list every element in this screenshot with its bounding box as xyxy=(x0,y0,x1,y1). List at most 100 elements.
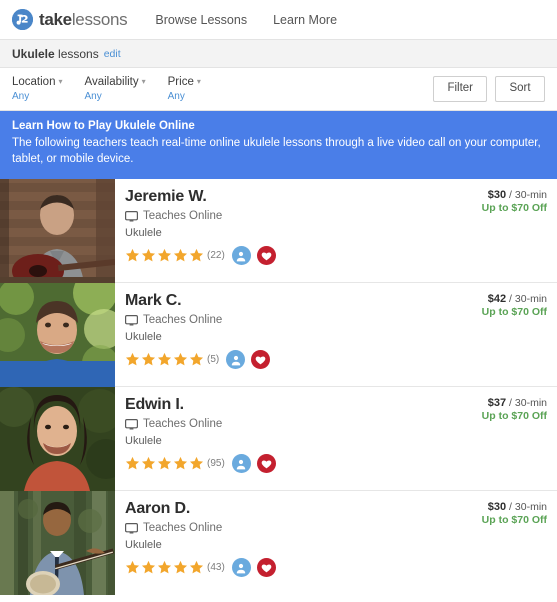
teaches-online-row: Teaches Online xyxy=(125,418,427,430)
star-icon xyxy=(141,249,156,262)
teacher-photo[interactable] xyxy=(0,282,115,387)
teacher-subject: Ukulele xyxy=(125,539,162,552)
brand-word-take: take xyxy=(39,10,72,29)
star-rating xyxy=(125,352,204,367)
price-column: $30 / 30-min Up to $70 Off xyxy=(437,491,557,595)
star-icon xyxy=(173,353,188,366)
teacher-photo[interactable] xyxy=(0,386,115,491)
monitor-icon xyxy=(125,210,138,222)
page-title-suffix: lessons xyxy=(54,46,99,61)
filter-dropdown-group: Location ▾ Any Availability ▾ Any Price ▾ A… xyxy=(12,76,201,103)
teacher-listing-row[interactable]: Aaron D. Teaches Online Ukulele (43) $30… xyxy=(0,490,557,595)
star-icon xyxy=(157,457,172,470)
filter-availability-value[interactable]: Any xyxy=(85,91,146,103)
price-unit: / 30-min xyxy=(506,188,547,201)
price-column: $30 / 30-min Up to $70 Off xyxy=(437,179,557,282)
teacher-name[interactable]: Edwin I. xyxy=(125,396,427,414)
rating-row: (43) xyxy=(125,558,427,578)
filter-location-value[interactable]: Any xyxy=(12,91,63,103)
background-check-badge-icon[interactable] xyxy=(231,558,251,578)
review-count: (5) xyxy=(207,354,220,366)
filter-availability-label: Availability ▾ xyxy=(84,75,146,88)
price-line: $42 / 30-min xyxy=(437,293,547,307)
teacher-name[interactable]: Mark C. xyxy=(125,292,427,310)
teacher-listing-row[interactable]: Jeremie W. Teaches Online Ukulele (22) $… xyxy=(0,178,557,283)
discount-label: Up to $70 Off xyxy=(481,202,547,215)
brand-wordmark: takelessons xyxy=(39,10,128,29)
star-icon xyxy=(173,249,188,262)
teacher-info: Edwin I. Teaches Online Ukulele (95) xyxy=(115,387,437,490)
price-amount: $30 xyxy=(487,188,507,201)
teacher-listings: Jeremie W. Teaches Online Ukulele (22) $… xyxy=(0,178,557,595)
filter-bar: Location ▾ Any Availability ▾ Any Price ▾ A… xyxy=(0,68,557,111)
price-unit: / 30-min xyxy=(506,292,547,305)
filter-price[interactable]: Price ▾ Any xyxy=(168,76,201,103)
teaches-online-row: Teaches Online xyxy=(125,522,427,534)
star-icon xyxy=(125,249,140,262)
star-icon xyxy=(157,561,172,574)
sort-button[interactable]: Sort xyxy=(495,76,545,102)
star-icon xyxy=(157,249,172,262)
nav-learn-more[interactable]: Learn More xyxy=(273,13,337,27)
star-icon xyxy=(141,353,156,366)
teacher-info: Jeremie W. Teaches Online Ukulele (22) xyxy=(115,179,437,282)
teacher-name[interactable]: Aaron D. xyxy=(125,500,427,518)
teacher-listing-row[interactable]: Edwin I. Teaches Online Ukulele (95) $37… xyxy=(0,386,557,491)
monitor-icon xyxy=(125,418,138,430)
star-icon xyxy=(141,457,156,470)
price-line: $37 / 30-min xyxy=(437,397,547,411)
teaches-online-row: Teaches Online xyxy=(125,314,427,326)
chevron-down-icon: ▾ xyxy=(58,76,63,86)
review-count: (43) xyxy=(207,562,225,574)
promo-banner-body: The following teachers teach real-time o… xyxy=(12,137,541,166)
site-header: takelessons Browse Lessons Learn More xyxy=(0,0,557,40)
favorite-heart-icon[interactable] xyxy=(256,246,276,266)
filter-availability[interactable]: Availability ▾ Any xyxy=(85,76,146,103)
discount-label: Up to $70 Off xyxy=(481,514,547,527)
background-check-badge-icon[interactable] xyxy=(226,350,246,370)
monitor-icon xyxy=(125,314,138,326)
teaches-online-label: Teaches Online xyxy=(143,418,223,431)
nav-browse-lessons[interactable]: Browse Lessons xyxy=(155,13,247,27)
teacher-subject: Ukulele xyxy=(125,435,162,448)
teaches-online-label: Teaches Online xyxy=(143,314,223,327)
star-rating xyxy=(125,456,204,471)
favorite-heart-icon[interactable] xyxy=(256,454,276,474)
favorite-heart-icon[interactable] xyxy=(256,558,276,578)
review-count: (22) xyxy=(207,250,225,262)
page-title-subject: Ukulele xyxy=(12,46,55,61)
review-count: (95) xyxy=(207,458,225,470)
background-check-badge-icon[interactable] xyxy=(231,454,251,474)
filter-location[interactable]: Location ▾ Any xyxy=(12,76,63,103)
teacher-photo[interactable] xyxy=(0,178,115,283)
star-icon xyxy=(189,249,204,262)
price-column: $42 / 30-min Up to $70 Off xyxy=(437,283,557,386)
star-icon xyxy=(157,353,172,366)
star-icon xyxy=(189,353,204,366)
brand-logo[interactable]: takelessons xyxy=(12,9,128,30)
teacher-photo[interactable] xyxy=(0,490,115,595)
teacher-listing-row[interactable]: Mark C. Teaches Online Ukulele (5) $42 /… xyxy=(0,282,557,387)
teacher-name[interactable]: Jeremie W. xyxy=(125,188,427,206)
background-check-badge-icon[interactable] xyxy=(231,246,251,266)
star-rating xyxy=(125,560,204,575)
teaches-online-label: Teaches Online xyxy=(143,210,223,223)
price-amount: $30 xyxy=(487,500,507,513)
favorite-heart-icon[interactable] xyxy=(251,350,271,370)
teaches-online-label: Teaches Online xyxy=(143,522,223,535)
teacher-info: Aaron D. Teaches Online Ukulele (43) xyxy=(115,491,437,595)
takelessons-logo-icon xyxy=(12,9,33,30)
promo-banner: Learn How to Play Ukulele Online The fol… xyxy=(0,111,557,179)
filter-price-value[interactable]: Any xyxy=(168,91,201,103)
rating-row: (22) xyxy=(125,246,427,266)
price-amount: $42 xyxy=(487,292,507,305)
edit-search-link[interactable]: edit xyxy=(104,48,121,60)
star-rating xyxy=(125,248,204,263)
teacher-subject: Ukulele xyxy=(125,331,162,344)
filter-button[interactable]: Filter xyxy=(433,76,487,102)
star-icon xyxy=(125,353,140,366)
filter-price-label: Price ▾ xyxy=(167,75,201,88)
price-amount: $37 xyxy=(487,396,507,409)
main-nav: Browse Lessons Learn More xyxy=(155,13,337,27)
star-icon xyxy=(125,561,140,574)
